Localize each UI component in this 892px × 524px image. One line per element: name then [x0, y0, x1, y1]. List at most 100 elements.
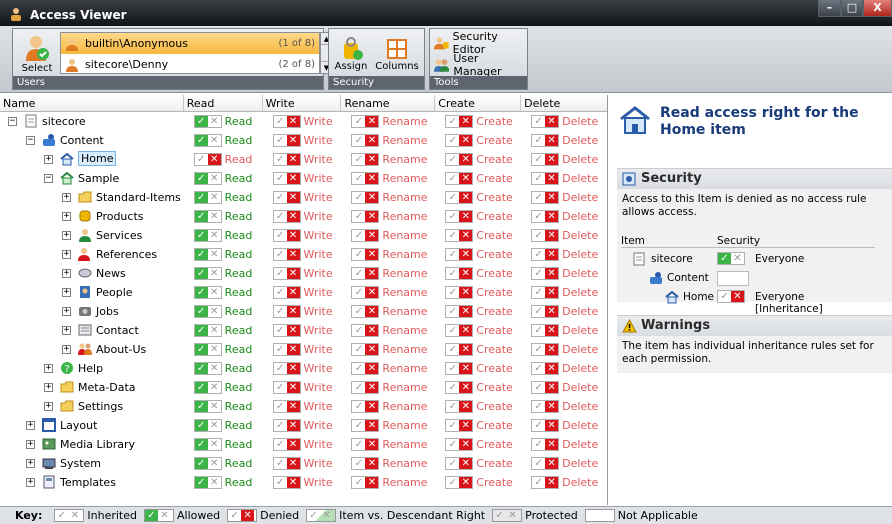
- perm-checkbox[interactable]: ✓ ✕: [351, 191, 380, 204]
- perm-cell-create[interactable]: ✓ ✕ Create: [435, 435, 521, 454]
- perm-checkbox[interactable]: ✓ ✕: [531, 400, 560, 413]
- perm-cell-create[interactable]: ✓ ✕ Create: [435, 321, 521, 340]
- perm-checkbox[interactable]: ✓ ✕: [272, 134, 301, 147]
- expand-icon[interactable]: +: [44, 155, 53, 164]
- expand-icon[interactable]: +: [62, 231, 71, 240]
- perm-checkbox[interactable]: ✓ ✕: [193, 343, 222, 356]
- item-name[interactable]: sitecore: [42, 115, 86, 128]
- perm-checkbox[interactable]: ✓ ✕: [272, 153, 301, 166]
- perm-checkbox[interactable]: ✓ ✕: [445, 229, 474, 242]
- perm-cell-rename[interactable]: ✓ ✕ Rename: [341, 435, 435, 454]
- perm-cell-read[interactable]: ✓ ✕ Read: [184, 302, 263, 321]
- perm-checkbox[interactable]: ✓ ✕: [531, 286, 560, 299]
- perm-checkbox[interactable]: ✓ ✕: [272, 191, 301, 204]
- perm-cell-rename[interactable]: ✓ ✕ Rename: [341, 397, 435, 416]
- table-row[interactable]: + News ✓ ✕ Read ✓ ✕ Write ✓ ✕ Rename ✓ ✕ Create ✓ ✕ Dele…: [0, 264, 607, 283]
- table-row[interactable]: + References ✓ ✕ Read ✓ ✕ Write ✓ ✕ Rename ✓ ✕ Create…: [0, 245, 607, 264]
- perm-cell-read[interactable]: ✓ ✕ Read: [184, 226, 263, 245]
- perm-checkbox[interactable]: ✓ ✕: [351, 153, 380, 166]
- perm-cell-read[interactable]: ✓ ✕ Read: [184, 473, 263, 492]
- expand-icon[interactable]: +: [62, 288, 71, 297]
- perm-cell-write[interactable]: ✓ ✕ Write: [263, 435, 342, 454]
- perm-checkbox[interactable]: ✓ ✕: [193, 476, 222, 489]
- header-read[interactable]: Read: [184, 95, 263, 111]
- user-manager-button[interactable]: User Manager: [430, 52, 527, 78]
- perm-checkbox[interactable]: ✓ ✕: [445, 134, 474, 147]
- table-row[interactable]: + Home ✓ ✕ Read ✓ ✕ Write ✓ ✕ Rename ✓ ✕ Create ✓ ✕ Dele…: [0, 150, 607, 169]
- table-row[interactable]: + System ✓ ✕ Read ✓ ✕ Write ✓ ✕ Rename ✓ ✕ Create ✓ ✕ De…: [0, 454, 607, 473]
- perm-checkbox[interactable]: ✓ ✕: [531, 419, 560, 432]
- header-rename[interactable]: Rename: [341, 95, 436, 111]
- collapse-icon[interactable]: −: [26, 136, 35, 145]
- perm-cell-write[interactable]: ✓ ✕ Write: [263, 473, 342, 492]
- perm-cell-rename[interactable]: ✓ ✕ Rename: [341, 264, 435, 283]
- perm-cell-create[interactable]: ✓ ✕ Create: [435, 150, 521, 169]
- item-name[interactable]: Meta-Data: [78, 381, 136, 394]
- perm-cell-write[interactable]: ✓ ✕ Write: [263, 321, 342, 340]
- header-create[interactable]: Create: [435, 95, 522, 111]
- perm-cell-create[interactable]: ✓ ✕ Create: [435, 112, 521, 131]
- perm-cell-delete[interactable]: ✓ ✕ Delete: [521, 473, 607, 492]
- perm-cell-write[interactable]: ✓ ✕ Write: [263, 207, 342, 226]
- perm-cell-read[interactable]: ✓ ✕ Read: [184, 188, 263, 207]
- perm-checkbox[interactable]: ✓ ✕: [531, 153, 560, 166]
- perm-checkbox[interactable]: ✓ ✕: [193, 286, 222, 299]
- perm-cell-create[interactable]: ✓ ✕ Create: [435, 340, 521, 359]
- perm-cell-write[interactable]: ✓ ✕ Write: [263, 169, 342, 188]
- perm-cell-write[interactable]: ✓ ✕ Write: [263, 302, 342, 321]
- table-row[interactable]: + Services ✓ ✕ Read ✓ ✕ Write ✓ ✕ Rename ✓ ✕ Create ✓ ✕…: [0, 226, 607, 245]
- expand-icon[interactable]: +: [44, 364, 53, 373]
- table-row[interactable]: + People ✓ ✕ Read ✓ ✕ Write ✓ ✕ Rename ✓ ✕ Create ✓ ✕ De…: [0, 283, 607, 302]
- perm-checkbox[interactable]: ✓ ✕: [193, 362, 222, 375]
- perm-cell-write[interactable]: ✓ ✕ Write: [263, 188, 342, 207]
- perm-checkbox[interactable]: ✓ ✕: [272, 419, 301, 432]
- perm-cell-delete[interactable]: ✓ ✕ Delete: [521, 207, 607, 226]
- perm-cell-read[interactable]: ✓ ✕ Read: [184, 245, 263, 264]
- perm-cell-delete[interactable]: ✓ ✕ Delete: [521, 416, 607, 435]
- perm-checkbox[interactable]: ✓ ✕: [193, 419, 222, 432]
- perm-checkbox[interactable]: ✓ ✕: [445, 153, 474, 166]
- perm-checkbox[interactable]: ✓ ✕: [445, 362, 474, 375]
- perm-cell-write[interactable]: ✓ ✕ Write: [263, 454, 342, 473]
- perm-cell-rename[interactable]: ✓ ✕ Rename: [341, 302, 435, 321]
- perm-checkbox[interactable]: ✓ ✕: [531, 305, 560, 318]
- perm-cell-create[interactable]: ✓ ✕ Create: [435, 397, 521, 416]
- perm-cell-create[interactable]: ✓ ✕ Create: [435, 359, 521, 378]
- item-name[interactable]: Layout: [60, 419, 97, 432]
- perm-cell-create[interactable]: ✓ ✕ Create: [435, 188, 521, 207]
- perm-cell-read[interactable]: ✓ ✕ Read: [184, 340, 263, 359]
- table-row[interactable]: − Sample ✓ ✕ Read ✓ ✕ Write ✓ ✕ Rename ✓ ✕ Create ✓ ✕ De…: [0, 169, 607, 188]
- perm-checkbox[interactable]: ✓ ✕: [193, 324, 222, 337]
- perm-cell-delete[interactable]: ✓ ✕ Delete: [521, 321, 607, 340]
- perm-checkbox[interactable]: ✓ ✕: [193, 210, 222, 223]
- perm-cell-delete[interactable]: ✓ ✕ Delete: [521, 226, 607, 245]
- collapse-icon[interactable]: −: [44, 174, 53, 183]
- perm-checkbox[interactable]: ✓ ✕: [531, 115, 560, 128]
- perm-cell-read[interactable]: ✓ ✕ Read: [184, 283, 263, 302]
- perm-cell-delete[interactable]: ✓ ✕ Delete: [521, 283, 607, 302]
- item-name[interactable]: Products: [96, 210, 144, 223]
- perm-checkbox[interactable]: ✓ ✕: [272, 400, 301, 413]
- perm-checkbox[interactable]: ✓ ✕: [351, 324, 380, 337]
- perm-checkbox[interactable]: ✓ ✕: [531, 362, 560, 375]
- perm-cell-rename[interactable]: ✓ ✕ Rename: [341, 416, 435, 435]
- perm-cell-delete[interactable]: ✓ ✕ Delete: [521, 397, 607, 416]
- perm-cell-read[interactable]: ✓ ✕ Read: [184, 435, 263, 454]
- expand-icon[interactable]: +: [62, 250, 71, 259]
- perm-cell-delete[interactable]: ✓ ✕ Delete: [521, 264, 607, 283]
- perm-checkbox[interactable]: ✓ ✕: [193, 191, 222, 204]
- collapse-icon[interactable]: −: [8, 117, 17, 126]
- perm-checkbox[interactable]: ✓ ✕: [272, 229, 301, 242]
- item-name[interactable]: Contact: [96, 324, 139, 337]
- perm-cell-read[interactable]: ✓ ✕ Read: [184, 378, 263, 397]
- perm-checkbox[interactable]: ✓ ✕: [272, 305, 301, 318]
- perm-checkbox[interactable]: ✓ ✕: [193, 172, 222, 185]
- table-row[interactable]: + Products ✓ ✕ Read ✓ ✕ Write ✓ ✕ Rename ✓ ✕ Create ✓ ✕…: [0, 207, 607, 226]
- perm-checkbox[interactable]: ✓ ✕: [351, 210, 380, 223]
- perm-checkbox[interactable]: ✓ ✕: [445, 457, 474, 470]
- perm-cell-delete[interactable]: ✓ ✕ Delete: [521, 150, 607, 169]
- perm-cell-delete[interactable]: ✓ ✕ Delete: [521, 454, 607, 473]
- item-name[interactable]: Settings: [78, 400, 123, 413]
- table-row[interactable]: + Standard-Items ✓ ✕ Read ✓ ✕ Write ✓ ✕ Rename ✓ ✕ Cr…: [0, 188, 607, 207]
- perm-checkbox[interactable]: ✓ ✕: [531, 210, 560, 223]
